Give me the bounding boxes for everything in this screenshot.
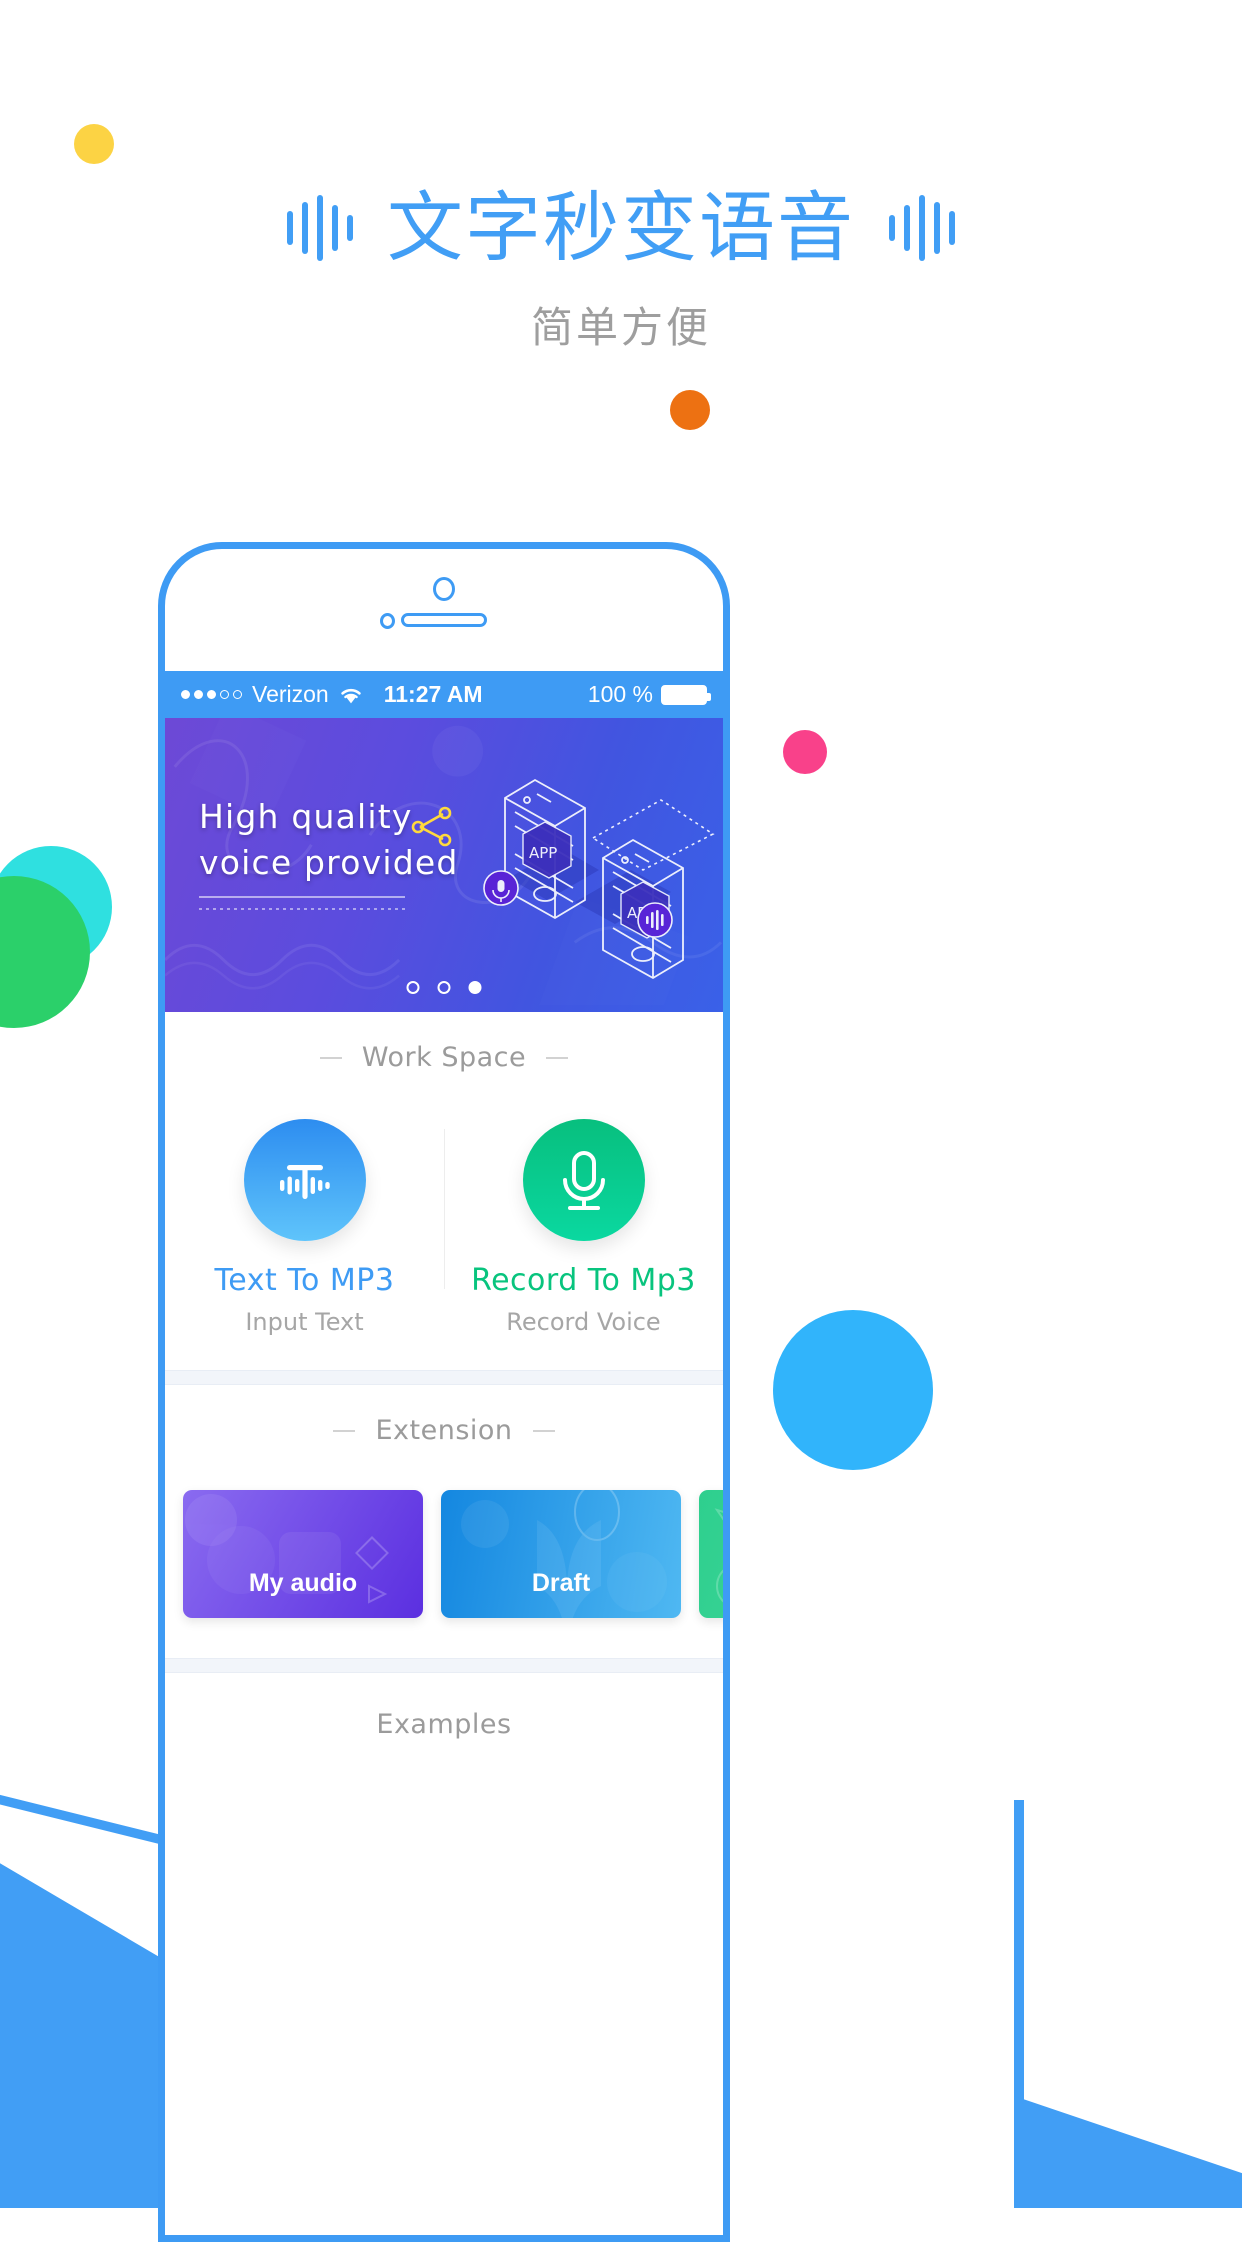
work-space-divider <box>444 1129 445 1289</box>
decor-dot-yellow <box>74 124 114 164</box>
section-separator <box>165 1658 723 1673</box>
card-pattern <box>461 1490 667 1618</box>
banner-dashed-underline <box>199 908 405 910</box>
battery-full-icon <box>661 684 711 705</box>
carousel-dot-1[interactable] <box>406 981 420 994</box>
banner-illustration: APP <box>475 742 715 997</box>
extension-header: Extension <box>165 1415 723 1446</box>
header-dash-right <box>546 1056 569 1059</box>
header-dash-right <box>532 1429 555 1432</box>
microphone-icon[interactable] <box>522 1119 645 1241</box>
sensor-icon <box>380 613 395 629</box>
work-space-header-label: Work Space <box>361 1042 527 1073</box>
decor-diagonal-right-fill <box>1014 2100 1242 2208</box>
work-space-item-record-to-mp3[interactable]: Record To Mp3 Record Voice <box>444 1119 723 1336</box>
promo-banner[interactable]: High quality voice provided APP <box>165 718 723 1012</box>
extension-card-label: Draft <box>531 1569 591 1597</box>
banner-underline <box>199 896 405 898</box>
extension-card-list[interactable]: My audio Draft <box>165 1446 723 1658</box>
work-space-items: Text To MP3 Input Text Record To Mp3 Rec… <box>165 1073 723 1370</box>
carousel-dot-3[interactable] <box>468 981 482 994</box>
svg-text:APP: APP <box>529 844 557 862</box>
decor-dot-orange <box>670 390 710 430</box>
carrier-label: Verizon <box>252 681 329 707</box>
sound-wave-icon-right <box>889 193 955 263</box>
page-title: 文字秒变语音 <box>387 183 855 272</box>
sound-wave-icon-left <box>287 193 353 263</box>
battery-status: 100 % <box>587 681 711 708</box>
hero-title-row: 文字秒变语音 <box>0 190 1242 266</box>
signal-strength-icon <box>181 690 242 699</box>
page-subtitle: 简单方便 <box>530 303 711 352</box>
carousel-dot-2[interactable] <box>437 981 451 994</box>
header-dash-left <box>333 1429 356 1432</box>
battery-percent-label: 100 % <box>587 681 653 707</box>
examples-header: Examples <box>165 1709 723 1740</box>
extension-card-draft[interactable]: Draft <box>441 1490 681 1618</box>
extension-card-label: My audio <box>248 1569 358 1597</box>
camera-icon <box>433 577 455 601</box>
examples-header-label: Examples <box>376 1709 512 1740</box>
work-space-section: Work Space Text To MP3 Input Text Record… <box>165 1012 723 1370</box>
work-space-item-subtitle: Input Text <box>245 1308 364 1336</box>
phone-top-bezel <box>165 549 723 671</box>
hero-section: 文字秒变语音 简单方便 <box>0 190 1242 355</box>
decor-diagonal-right-edge <box>1014 1800 1024 2100</box>
card-pattern <box>714 1508 723 1603</box>
work-space-header: Work Space <box>165 1042 723 1073</box>
clock-label: 11:27 AM <box>383 681 483 707</box>
examples-section: Examples <box>165 1673 723 1740</box>
extension-header-label: Extension <box>375 1415 513 1446</box>
wifi-icon <box>338 685 364 705</box>
work-space-item-subtitle: Record Voice <box>506 1308 661 1336</box>
work-space-item-title: Text To MP3 <box>214 1263 395 1298</box>
extension-card-third[interactable] <box>699 1490 723 1618</box>
speaker-grill-icon <box>401 613 487 627</box>
card-pattern <box>185 1494 389 1604</box>
extension-section: Extension My audio Draft <box>165 1385 723 1658</box>
share-icon <box>410 802 454 853</box>
phone-mockup: Verizon 11:27 AM 100 % High quality voic… <box>158 542 730 2242</box>
extension-card-my-audio[interactable]: My audio <box>183 1490 423 1618</box>
decor-dot-pink <box>783 730 827 774</box>
section-separator <box>165 1370 723 1385</box>
status-bar: Verizon 11:27 AM 100 % <box>165 671 723 718</box>
header-dash-left <box>319 1056 342 1059</box>
text-to-speech-icon[interactable] <box>243 1119 366 1241</box>
decor-circle-blue <box>773 1310 933 1470</box>
work-space-item-text-to-mp3[interactable]: Text To MP3 Input Text <box>165 1119 444 1336</box>
work-space-item-title: Record To Mp3 <box>471 1263 696 1298</box>
carousel-indicators[interactable] <box>406 981 482 994</box>
